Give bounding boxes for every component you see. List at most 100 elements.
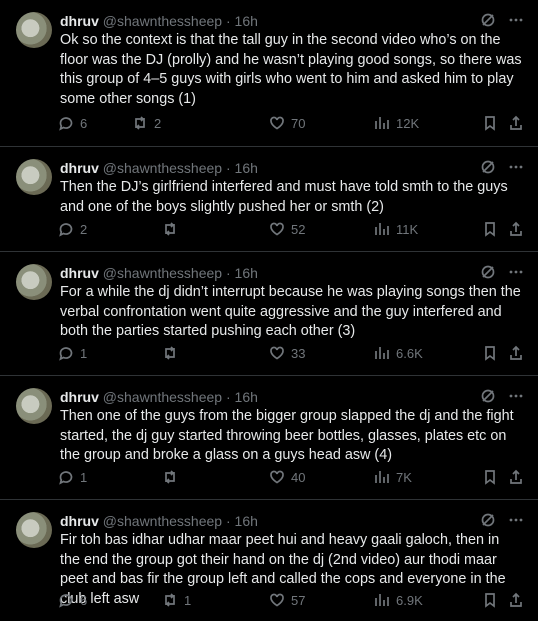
retweet-count: 1: [184, 592, 192, 608]
bookmark-icon: [485, 470, 495, 485]
reply-button[interactable]: 1: [58, 469, 87, 485]
views-icon: [375, 347, 389, 359]
heart-icon: [270, 346, 284, 360]
views-button[interactable]: 12K: [374, 115, 419, 131]
tweet-text: Then the DJ’s girlfriend interfered and …: [60, 179, 508, 215]
avatar[interactable]: [16, 12, 52, 48]
tweet-header: dhruv @shawnthessheep · 16h: [60, 265, 258, 281]
view-count: 11K: [396, 221, 419, 237]
retweet-button[interactable]: [162, 345, 184, 361]
avatar[interactable]: [16, 512, 52, 548]
like-count: 33: [291, 345, 306, 361]
retweet-button[interactable]: 1: [162, 592, 191, 608]
bookmark-icon: [485, 222, 495, 237]
bookmark-button[interactable]: [482, 592, 498, 608]
like-button[interactable]: 52: [269, 221, 305, 237]
reply-button[interactable]: 1: [58, 345, 87, 361]
share-icon: [510, 345, 522, 360]
reply-button[interactable]: 6: [58, 592, 87, 608]
grok-icon[interactable]: [480, 159, 496, 180]
like-count: 52: [291, 221, 306, 237]
tweet-header: dhruv @shawnthessheep · 16h: [60, 513, 258, 529]
like-count: 70: [291, 115, 306, 131]
retweet-button[interactable]: 2: [132, 115, 161, 131]
more-options-icon[interactable]: [508, 12, 524, 33]
retweet-count: 2: [154, 115, 162, 131]
grok-icon[interactable]: [480, 388, 496, 409]
like-button[interactable]: 40: [269, 469, 305, 485]
timestamp[interactable]: 16h: [235, 389, 258, 405]
author-handle[interactable]: @shawnthessheep: [103, 13, 222, 29]
reply-icon: [59, 223, 73, 237]
more-options-icon[interactable]: [508, 512, 524, 533]
bookmark-button[interactable]: [482, 221, 498, 237]
author-name[interactable]: dhruv: [60, 160, 99, 176]
views-button[interactable]: 6.6K: [374, 345, 423, 361]
heart-icon: [270, 116, 284, 130]
avatar[interactable]: [16, 264, 52, 300]
tweet[interactable]: dhruv @shawnthessheep · 16h For a while …: [0, 252, 538, 376]
share-button[interactable]: [508, 221, 524, 237]
timestamp[interactable]: 16h: [235, 13, 258, 29]
views-icon: [375, 594, 389, 606]
author-name[interactable]: dhruv: [60, 13, 99, 29]
share-icon: [510, 592, 522, 607]
retweet-icon: [165, 593, 175, 607]
reply-button[interactable]: 6: [58, 115, 87, 131]
heart-icon: [270, 470, 284, 484]
author-name[interactable]: dhruv: [60, 513, 99, 529]
tweet[interactable]: dhruv @shawnthessheep · 16h Then the DJ’…: [0, 147, 538, 252]
like-button[interactable]: 57: [269, 592, 305, 608]
share-button[interactable]: [508, 345, 524, 361]
bookmark-button[interactable]: [482, 469, 498, 485]
retweet-button[interactable]: [162, 221, 184, 237]
views-button[interactable]: 6.9K: [374, 592, 423, 608]
tweet-header: dhruv @shawnthessheep · 16h: [60, 13, 258, 29]
share-button[interactable]: [508, 115, 524, 131]
views-icon: [375, 117, 389, 129]
like-button[interactable]: 70: [269, 115, 305, 131]
retweet-icon: [165, 470, 175, 484]
retweet-button[interactable]: [162, 469, 184, 485]
bookmark-icon: [485, 116, 495, 131]
bookmark-button[interactable]: [482, 115, 498, 131]
author-name[interactable]: dhruv: [60, 265, 99, 281]
avatar[interactable]: [16, 159, 52, 195]
author-handle[interactable]: @shawnthessheep: [103, 160, 222, 176]
view-count: 6.9K: [396, 592, 423, 608]
share-button[interactable]: [508, 469, 524, 485]
views-button[interactable]: 7K: [374, 469, 412, 485]
reply-count: 2: [80, 221, 88, 237]
timestamp[interactable]: 16h: [235, 265, 258, 281]
tweet[interactable]: dhruv @shawnthessheep · 16h Ok so the co…: [0, 0, 538, 147]
author-handle[interactable]: @shawnthessheep: [103, 513, 222, 529]
grok-icon[interactable]: [480, 512, 496, 533]
grok-icon[interactable]: [480, 264, 496, 285]
view-count: 7K: [396, 469, 412, 485]
author-name[interactable]: dhruv: [60, 389, 99, 405]
timestamp[interactable]: 16h: [235, 513, 258, 529]
tweet-text: Ok so the context is that the tall guy i…: [60, 32, 522, 107]
author-handle[interactable]: @shawnthessheep: [103, 389, 222, 405]
reply-count: 1: [80, 345, 88, 361]
views-button[interactable]: 11K: [374, 221, 418, 237]
tweet[interactable]: dhruv @shawnthessheep · 16h Fir toh bas …: [0, 500, 538, 621]
like-button[interactable]: 33: [269, 345, 305, 361]
share-icon: [510, 221, 522, 236]
views-icon: [375, 471, 389, 483]
grok-icon[interactable]: [480, 12, 496, 33]
view-count: 12K: [396, 115, 420, 131]
tweet-text: Then one of the guys from the bigger gro…: [60, 408, 514, 463]
avatar[interactable]: [16, 388, 52, 424]
share-icon: [510, 115, 522, 130]
bookmark-button[interactable]: [482, 345, 498, 361]
reply-button[interactable]: 2: [58, 221, 87, 237]
more-options-icon[interactable]: [508, 264, 524, 285]
retweet-icon: [165, 346, 175, 360]
share-button[interactable]: [508, 592, 524, 608]
more-options-icon[interactable]: [508, 388, 524, 409]
timestamp[interactable]: 16h: [235, 160, 258, 176]
more-options-icon[interactable]: [508, 159, 524, 180]
tweet[interactable]: dhruv @shawnthessheep · 16h Then one of …: [0, 376, 538, 500]
author-handle[interactable]: @shawnthessheep: [103, 265, 222, 281]
